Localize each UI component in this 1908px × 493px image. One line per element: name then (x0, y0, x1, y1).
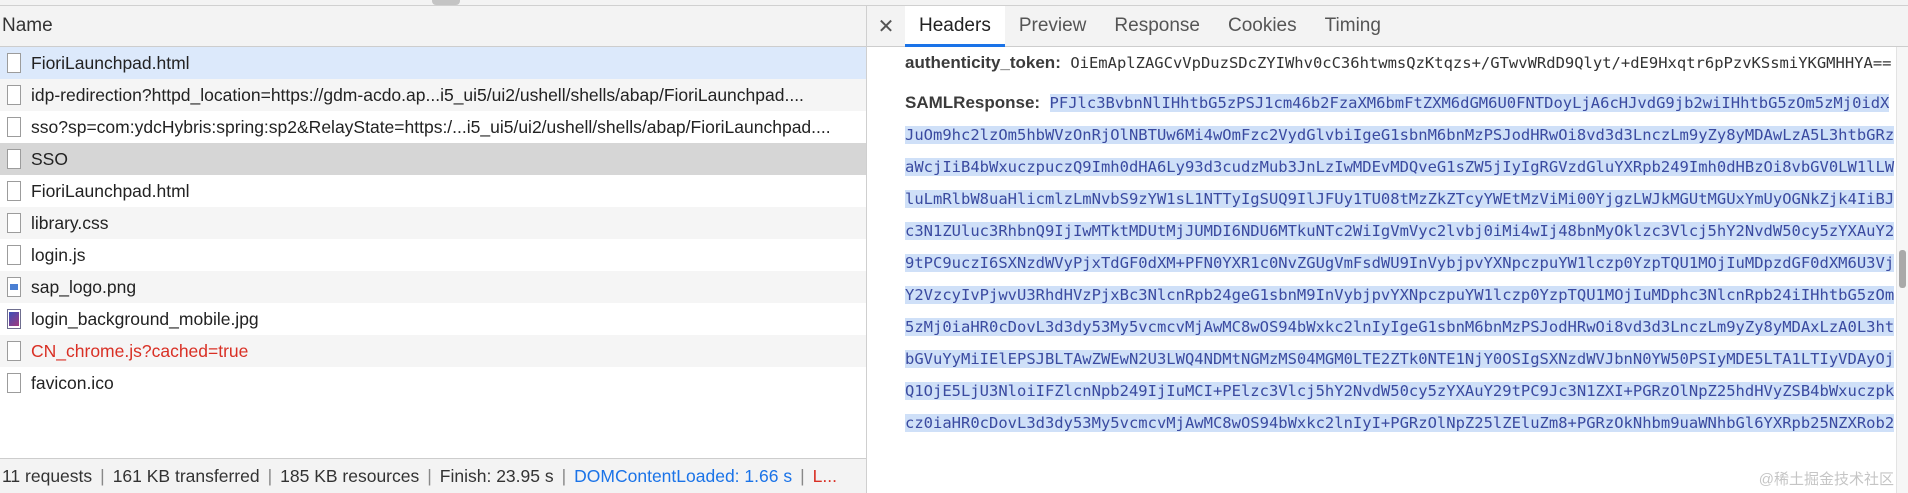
request-row[interactable]: CN_chrome.js?cached=true (0, 335, 866, 367)
form-data-view: authenticity_token: OiEmAplZAGCvVpDuzSDc… (867, 47, 1897, 493)
document-icon (7, 341, 21, 361)
request-rows: FioriLaunchpad.html idp-redirection?httpd… (0, 47, 866, 399)
form-field-authenticity-token: authenticity_token: OiEmAplZAGCvVpDuzSDc… (905, 47, 1897, 79)
tab-cookies[interactable]: Cookies (1214, 6, 1311, 46)
request-row[interactable]: sap_logo.png (0, 271, 866, 303)
resources-size: 185 KB resources (280, 465, 420, 486)
image-icon (7, 277, 21, 297)
request-row[interactable]: FioriLaunchpad.html (0, 175, 866, 207)
close-icon[interactable]: ✕ (867, 6, 905, 46)
request-name: sap_logo.png (31, 276, 137, 297)
network-summary-bar: 11 requests | 161 KB transferred | 185 K… (0, 458, 866, 493)
request-row[interactable]: SSO (0, 143, 866, 175)
field-key: SAMLResponse: (905, 93, 1041, 112)
vertical-scrollbar[interactable] (1896, 47, 1908, 493)
dom-content-loaded-time: DOMContentLoaded: 1.66 s (574, 465, 793, 486)
detail-tabbar: ✕ Headers Preview Response Cookies Timin… (867, 6, 1908, 47)
watermark: @稀土掘金技术社区 (1758, 471, 1894, 488)
request-name: SSO (31, 148, 68, 169)
request-detail-pane: ✕ Headers Preview Response Cookies Timin… (867, 6, 1908, 493)
tab-preview[interactable]: Preview (1005, 6, 1101, 46)
request-list-pane: Name FioriLaunchpad.html idp-redirection?… (0, 6, 867, 493)
document-icon (7, 181, 21, 201)
request-row[interactable]: FioriLaunchpad.html (0, 47, 866, 79)
devtools-window: Name FioriLaunchpad.html idp-redirection?… (0, 0, 1908, 493)
request-row[interactable]: sso?sp=com:ydcHybris:spring:sp2&RelaySta… (0, 111, 866, 143)
request-row[interactable]: favicon.ico (0, 367, 866, 399)
field-key: authenticity_token: (905, 53, 1061, 72)
request-name: idp-redirection?httpd_location=https://g… (31, 84, 804, 105)
document-icon (7, 149, 21, 169)
transferred-size: 161 KB transferred (112, 465, 260, 486)
request-row[interactable]: idp-redirection?httpd_location=https://g… (0, 79, 866, 111)
request-row[interactable]: login_background_mobile.jpg (0, 303, 866, 335)
request-name: CN_chrome.js?cached=true (31, 340, 249, 361)
request-row[interactable]: library.css (0, 207, 866, 239)
request-name: FioriLaunchpad.html (31, 52, 190, 73)
request-name: FioriLaunchpad.html (31, 180, 190, 201)
request-name: library.css (31, 212, 109, 233)
document-icon (7, 213, 21, 233)
image-icon (7, 309, 21, 329)
tab-timing[interactable]: Timing (1311, 6, 1395, 46)
load-time: L... (812, 465, 837, 486)
document-icon (7, 245, 21, 265)
request-name: favicon.ico (31, 372, 114, 393)
finish-time: Finish: 23.95 s (439, 465, 554, 486)
request-row[interactable]: login.js (0, 239, 866, 271)
tab-headers[interactable]: Headers (905, 6, 1005, 47)
document-icon (7, 373, 21, 393)
request-name: login.js (31, 244, 86, 265)
request-name: sso?sp=com:ydcHybris:spring:sp2&RelaySta… (31, 116, 831, 137)
form-field-saml-response: SAMLResponse: PFJlc3BvbnNlIHhtbG5zPSJ1cm… (905, 87, 1897, 439)
name-column-header[interactable]: Name (0, 6, 866, 47)
request-count: 11 requests (2, 465, 93, 486)
document-icon (7, 117, 21, 137)
request-name: login_background_mobile.jpg (31, 308, 259, 329)
document-icon (7, 53, 21, 73)
field-value-selected[interactable]: PFJlc3BvbnNlIHhtbG5zPSJ1cm46b2FzaXM6bmFt… (905, 94, 1895, 432)
tab-response[interactable]: Response (1100, 6, 1214, 46)
document-icon (7, 85, 21, 105)
resize-handle[interactable] (432, 0, 460, 5)
scrollbar-thumb[interactable] (1899, 250, 1906, 288)
field-value[interactable]: OiEmAplZAGCvVpDuzSDcZYIWhv0cC36htwmsQzKt… (1070, 54, 1891, 72)
